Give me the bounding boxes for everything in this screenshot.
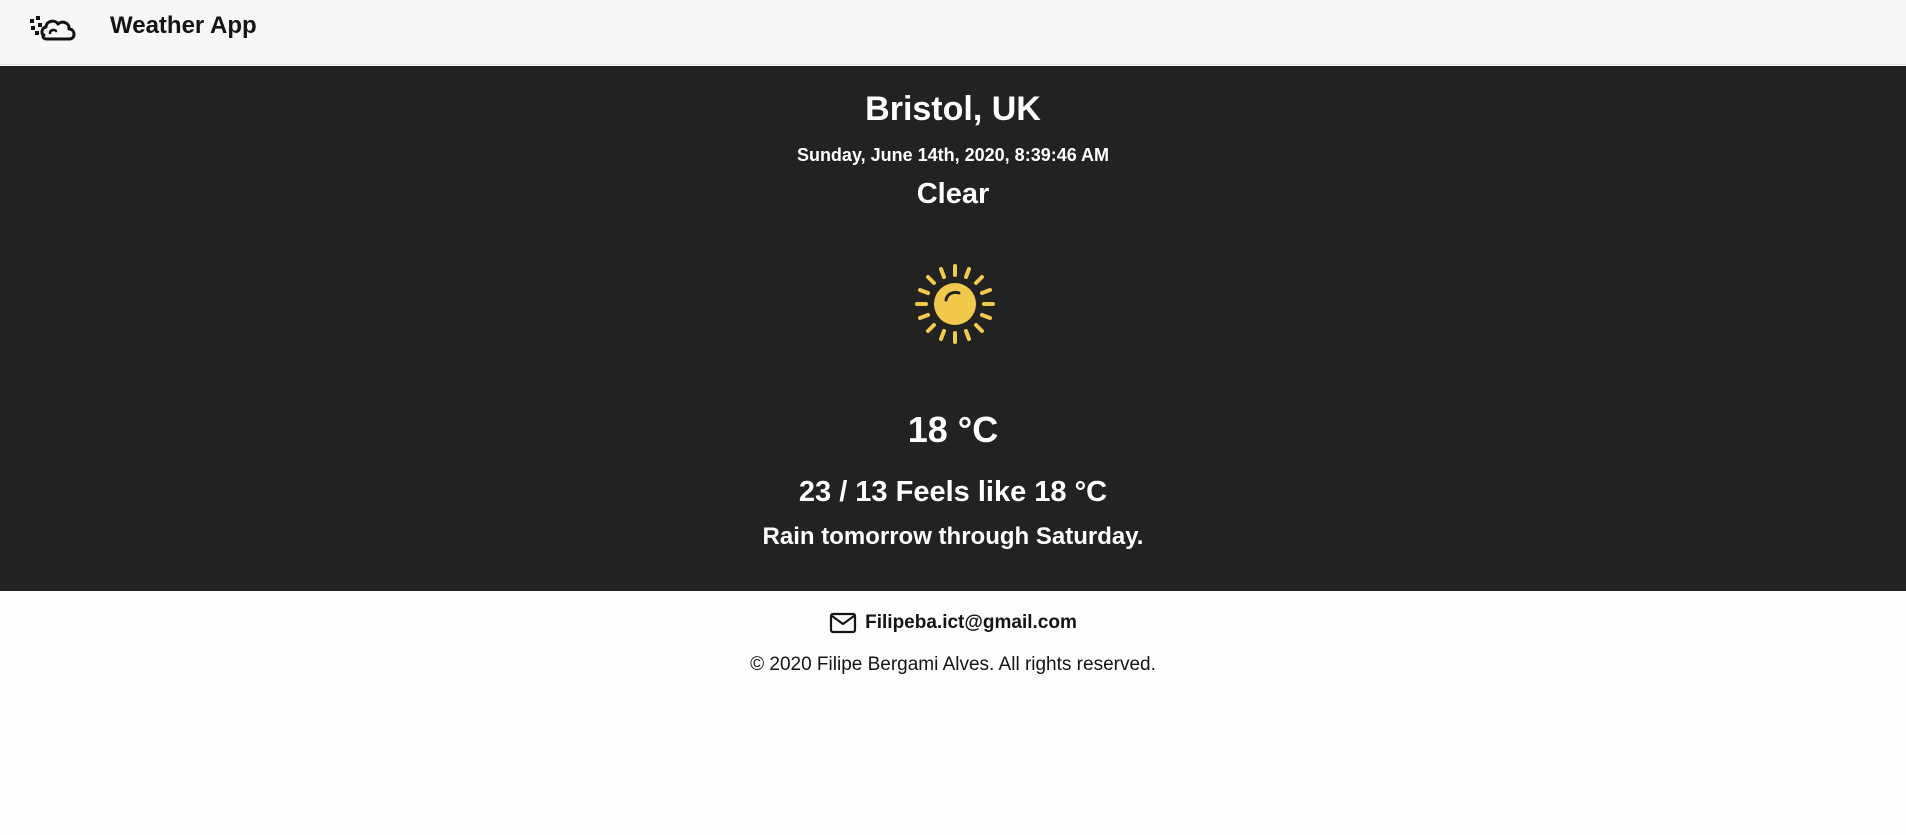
copyright-text: © 2020 Filipe Bergami Alves. All rights … — [750, 654, 1156, 675]
email-link-wrap[interactable]: Filipeba.ict@gmail.com — [829, 612, 1077, 634]
datetime-text: Sunday, June 14th, 2020, 8:39:46 AM — [796, 145, 1110, 165]
temperature-text: 18 °C — [907, 409, 999, 450]
condition-text: Clear — [916, 178, 990, 210]
app-title[interactable]: Weather App — [110, 11, 257, 41]
mail-icon — [830, 612, 857, 634]
top-bar: Weather App — [0, 0, 1906, 65]
forecast-text: Rain tomorrow through Saturday. — [762, 523, 1144, 550]
footer-contact: Filipeba.ict@gmail.com — [0, 612, 1906, 639]
email-link[interactable]: Filipeba.ict@gmail.com — [865, 612, 1077, 634]
location-title: Bristol, UK — [865, 90, 1041, 128]
sun-icon — [915, 264, 995, 344]
cloud-dots-icon[interactable] — [28, 13, 78, 47]
range-feels-text: 23 / 13 Feels like 18 °C — [798, 476, 1108, 508]
weather-panel: Bristol, UK Sunday, June 14th, 2020, 8:3… — [0, 66, 1906, 591]
